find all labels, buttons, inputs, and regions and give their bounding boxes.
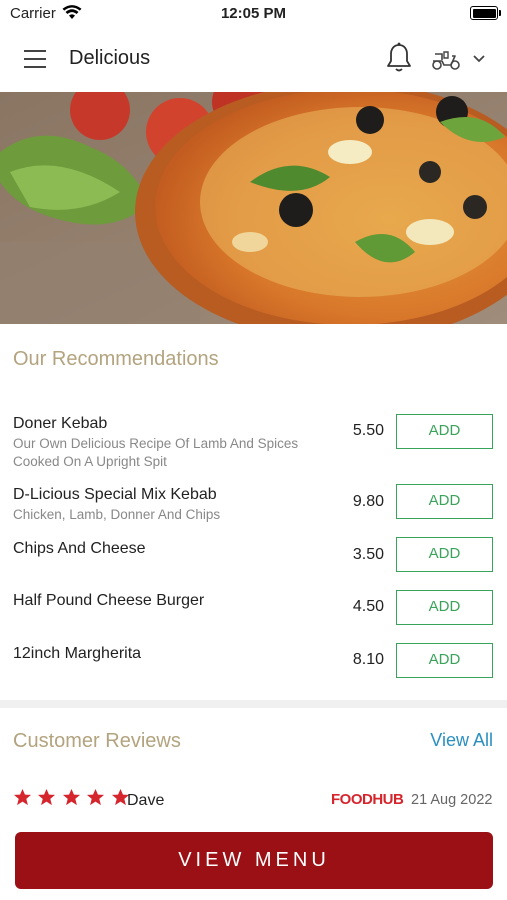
pizza-photo	[0, 92, 507, 324]
item-name: Doner Kebab	[13, 415, 108, 432]
view-menu-button[interactable]: VIEW MENU	[15, 832, 493, 889]
item-price: 8.10	[352, 651, 384, 668]
review-date: 21 Aug 2022	[411, 792, 493, 808]
item-price: 9.80	[352, 493, 384, 510]
star-icon	[62, 788, 80, 806]
rating-stars	[13, 788, 131, 810]
item-name: Chips And Cheese	[13, 540, 146, 557]
star-icon	[13, 788, 32, 806]
star-icon	[38, 788, 56, 806]
item-price: 3.50	[352, 546, 384, 563]
foodhub-logo: FOODHUB	[331, 791, 404, 808]
chevron-down-icon[interactable]	[472, 52, 486, 64]
page-title: Delicious	[69, 47, 151, 69]
clock: 12:05 PM	[220, 5, 287, 22]
add-button[interactable]: ADD	[396, 484, 493, 519]
add-button[interactable]: ADD	[396, 643, 493, 678]
bell-icon[interactable]	[385, 42, 413, 74]
view-all-link[interactable]: View All	[430, 730, 493, 751]
star-icon	[87, 788, 105, 806]
item-name: D-Licious Special Mix Kebab	[13, 486, 217, 503]
battery-icon	[470, 6, 501, 20]
item-price: 4.50	[352, 598, 384, 615]
section-divider	[0, 700, 507, 708]
item-description: Our Own Delicious Recipe Of Lamb And Spi…	[13, 436, 299, 469]
add-button[interactable]: ADD	[396, 537, 493, 572]
item-description: Chicken, Lamb, Donner And Chips	[13, 507, 221, 522]
hero-pizza-image	[0, 92, 507, 324]
status-bar: Carrier 12:05 PM	[0, 0, 507, 28]
add-button[interactable]: ADD	[396, 590, 493, 625]
reviews-title: Customer Reviews	[13, 730, 181, 752]
item-name: 12inch Margherita	[13, 645, 142, 662]
hamburger-menu-icon[interactable]	[24, 50, 46, 68]
item-price: 5.50	[352, 422, 384, 439]
add-button[interactable]: ADD	[396, 414, 493, 449]
app-header: Delicious	[0, 28, 507, 92]
scooter-delivery-icon[interactable]	[430, 46, 462, 72]
item-name: Half Pound Cheese Burger	[13, 592, 205, 609]
reviewer-name: Dave	[127, 792, 165, 809]
recommendations-title: Our Recommendations	[13, 348, 219, 370]
